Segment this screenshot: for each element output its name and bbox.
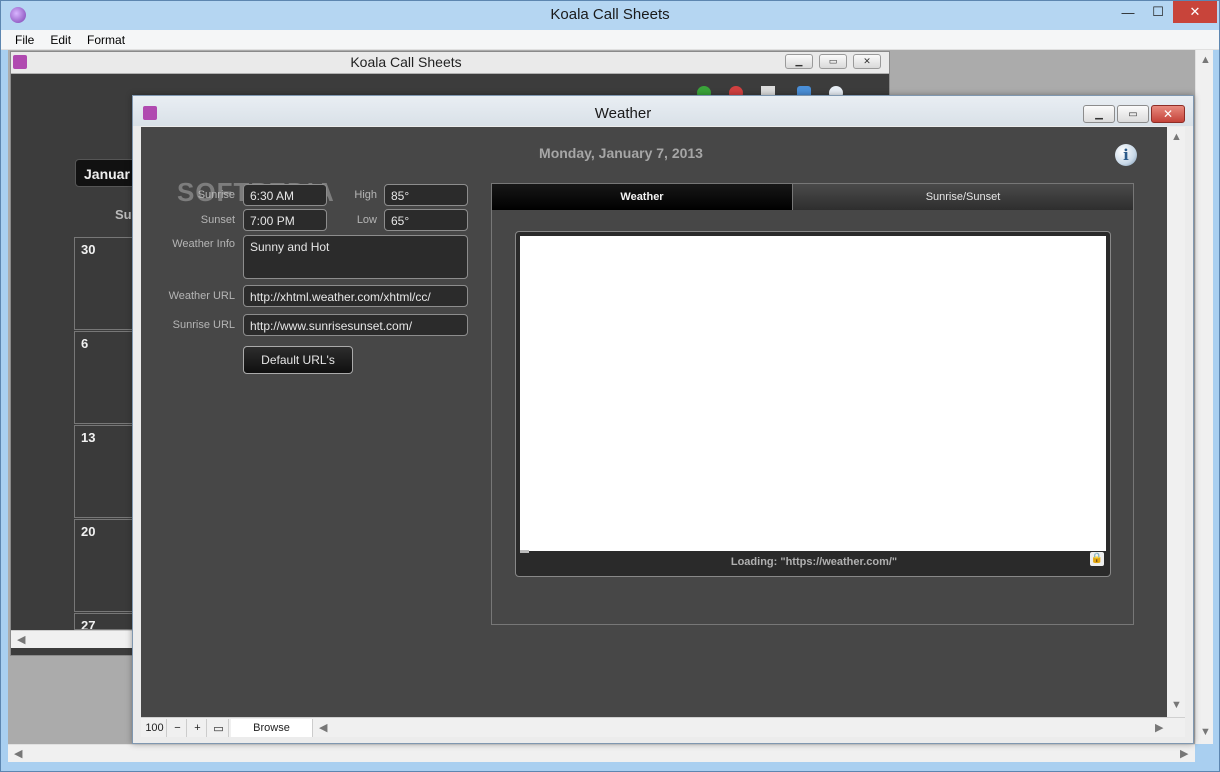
- weather-maximize-button[interactable]: ▭: [1117, 105, 1149, 123]
- toggle-status-area-button[interactable]: ▭: [209, 719, 229, 737]
- close-icon: ✕: [1189, 4, 1201, 19]
- weather-vertical-scrollbar[interactable]: ▲ ▼: [1167, 127, 1185, 717]
- low-temp-field[interactable]: 65°: [384, 209, 468, 231]
- scroll-left-icon[interactable]: ◀: [14, 747, 22, 760]
- minimize-icon: ▁: [795, 56, 803, 66]
- scroll-up-icon[interactable]: ▲: [1200, 54, 1211, 66]
- maximize-button[interactable]: ☐: [1143, 1, 1173, 23]
- menu-bar: File Edit Format: [1, 30, 1219, 50]
- menu-format[interactable]: Format: [73, 33, 133, 47]
- call-sheets-title: Koala Call Sheets: [350, 54, 462, 70]
- low-label: Low: [356, 214, 377, 226]
- date-header: Monday, January 7, 2013: [539, 145, 703, 161]
- calendar-day-number: 20: [81, 524, 96, 539]
- high-label: High: [354, 189, 377, 201]
- weather-status-bar: 100 − + ▭ Browse ◀ ▶: [141, 717, 1185, 737]
- calendar-day-number: 13: [81, 430, 96, 445]
- sunrise-label: Sunrise: [197, 189, 235, 201]
- zoom-out-button[interactable]: −: [169, 719, 187, 737]
- call-sheets-maximize-button[interactable]: ▭: [819, 54, 847, 69]
- close-icon: ✕: [863, 56, 871, 66]
- scroll-down-icon[interactable]: ▼: [1200, 726, 1211, 738]
- day-header-sunday: Su: [115, 207, 132, 222]
- zoom-in-icon: +: [194, 722, 201, 734]
- scroll-right-icon[interactable]: ▶: [1155, 721, 1163, 734]
- weather-url-label: Weather URL: [168, 290, 235, 302]
- sunrise-url-label: Sunrise URL: [172, 319, 235, 331]
- calendar-day-number: 6: [81, 336, 89, 351]
- weather-minimize-button[interactable]: ▁: [1083, 105, 1115, 123]
- mode-indicator[interactable]: Browse: [231, 719, 313, 737]
- web-viewer: Loading: "https://weather.com/" 🔒: [515, 231, 1111, 577]
- weather-title-bar[interactable]: Weather ▁ ▭ ✕: [133, 96, 1193, 126]
- scroll-down-icon[interactable]: ▼: [1171, 699, 1182, 711]
- weather-url-field[interactable]: http://xhtml.weather.com/xhtml/cc/: [243, 285, 468, 307]
- sunrise-field[interactable]: 6:30 AM: [243, 184, 327, 206]
- call-sheets-close-button[interactable]: ✕: [853, 54, 881, 69]
- call-sheets-minimize-button[interactable]: ▁: [785, 54, 813, 69]
- main-window-title: Koala Call Sheets: [550, 6, 670, 23]
- tab-sunrise-sunset[interactable]: Sunrise/Sunset: [792, 184, 1133, 210]
- weather-tab-panel: Weather Sunrise/Sunset Loading: "https:/…: [491, 183, 1134, 625]
- weather-close-button[interactable]: ✕: [1151, 105, 1185, 123]
- weather-window-title: Weather: [594, 105, 652, 122]
- weather-info-field[interactable]: Sunny and Hot: [243, 235, 468, 279]
- resize-handle[interactable]: [520, 550, 529, 553]
- scroll-right-icon[interactable]: ▶: [1180, 747, 1188, 760]
- status-area-icon: ▭: [213, 722, 224, 735]
- tab-weather[interactable]: Weather: [492, 184, 792, 210]
- zoom-out-icon: −: [174, 722, 181, 734]
- call-sheets-title-bar[interactable]: Koala Call Sheets ▁ ▭ ✕: [11, 52, 889, 74]
- weather-info-label: Weather Info: [172, 238, 235, 250]
- info-icon[interactable]: i: [1115, 144, 1137, 166]
- sunset-field[interactable]: 7:00 PM: [243, 209, 327, 231]
- calendar-day-number: 30: [81, 242, 96, 257]
- main-horizontal-scrollbar[interactable]: ◀ ▶: [8, 744, 1195, 762]
- weather-window: Weather ▁ ▭ ✕ Monday, January 7, 2013 i …: [132, 95, 1194, 744]
- close-icon: ✕: [1162, 107, 1174, 121]
- default-urls-button[interactable]: Default URL's: [243, 346, 353, 374]
- minimize-icon: —: [1121, 4, 1135, 20]
- web-viewer-content[interactable]: [520, 236, 1106, 551]
- zoom-in-button[interactable]: +: [189, 719, 207, 737]
- minimize-icon: ▁: [1095, 108, 1103, 120]
- scroll-left-icon[interactable]: ◀: [319, 721, 327, 734]
- main-vertical-scrollbar[interactable]: ▲ ▼: [1195, 50, 1213, 744]
- lock-icon: 🔒: [1090, 552, 1104, 566]
- high-temp-field[interactable]: 85°: [384, 184, 468, 206]
- calendar-day-number: 27: [81, 618, 96, 630]
- close-button[interactable]: ✕: [1173, 1, 1217, 23]
- scroll-up-icon[interactable]: ▲: [1171, 131, 1182, 143]
- loading-status: Loading: "https://weather.com/": [730, 556, 898, 568]
- sunrise-url-field[interactable]: http://www.sunrisesunset.com/: [243, 314, 468, 336]
- minimize-button[interactable]: —: [1113, 1, 1143, 23]
- maximize-icon: ▭: [828, 56, 838, 66]
- zoom-level[interactable]: 100: [143, 719, 167, 737]
- maximize-icon: ☐: [1152, 4, 1164, 19]
- weather-content: Monday, January 7, 2013 i SOFTPEDIA Sunr…: [141, 127, 1167, 717]
- sunset-label: Sunset: [200, 214, 235, 226]
- scroll-left-icon[interactable]: ◀: [17, 633, 25, 646]
- maximize-icon: ▭: [1128, 108, 1138, 120]
